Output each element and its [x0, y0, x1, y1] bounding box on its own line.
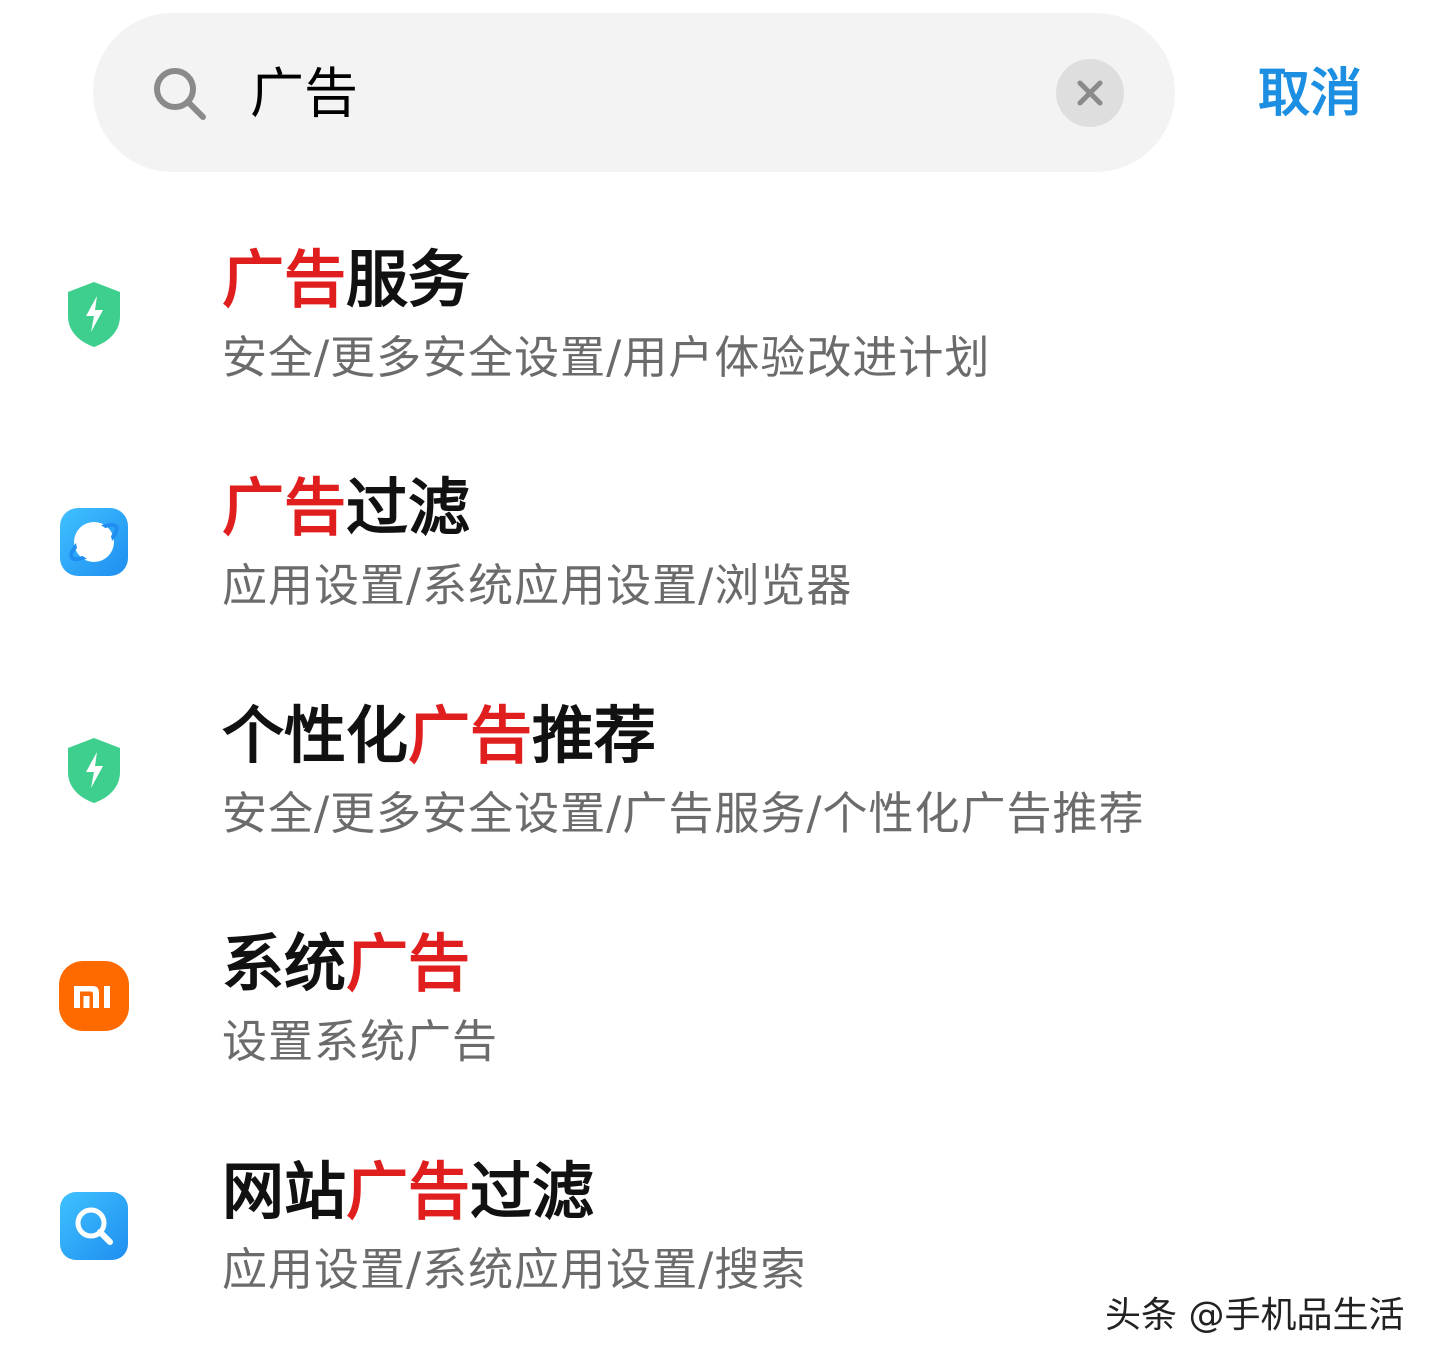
- result-title: 系统广告: [222, 927, 471, 1000]
- highlight-match: 广告: [346, 1155, 471, 1228]
- mi-logo-icon: [58, 960, 130, 1032]
- result-title: 网站广告过滤: [222, 1155, 595, 1228]
- result-path: 设置系统广告: [222, 1015, 499, 1068]
- result-item[interactable]: 广告服务 安全/更多安全设置/用户体验改进计划: [0, 218, 1440, 446]
- close-icon: [1077, 80, 1103, 106]
- search-input[interactable]: [250, 56, 1010, 132]
- result-title: 广告服务: [222, 243, 471, 316]
- cancel-button[interactable]: 取消: [1240, 58, 1380, 130]
- highlight-match: 广告: [346, 927, 471, 1000]
- result-title: 广告过滤: [222, 471, 471, 544]
- browser-icon: [58, 506, 130, 578]
- security-shield-icon: [58, 734, 130, 806]
- result-path: 应用设置/系统应用设置/搜索: [222, 1243, 807, 1296]
- search-app-icon: [58, 1190, 130, 1262]
- watermark: 头条 @手机品生活: [1105, 1295, 1405, 1336]
- result-item[interactable]: 系统广告 设置系统广告: [0, 902, 1440, 1130]
- search-icon: [154, 68, 206, 120]
- result-item[interactable]: 个性化广告推荐 安全/更多安全设置/广告服务/个性化广告推荐: [0, 674, 1440, 902]
- result-path: 应用设置/系统应用设置/浏览器: [222, 559, 853, 612]
- result-path: 安全/更多安全设置/广告服务/个性化广告推荐: [222, 787, 1145, 840]
- result-path: 安全/更多安全设置/用户体验改进计划: [222, 331, 991, 384]
- highlight-match: 广告: [222, 471, 347, 544]
- result-title: 个性化广告推荐: [222, 699, 657, 772]
- result-item[interactable]: 广告过滤 应用设置/系统应用设置/浏览器: [0, 446, 1440, 674]
- highlight-match: 广告: [408, 699, 533, 772]
- clear-search-button[interactable]: [1056, 59, 1124, 127]
- security-shield-icon: [58, 278, 130, 350]
- highlight-match: 广告: [222, 243, 347, 316]
